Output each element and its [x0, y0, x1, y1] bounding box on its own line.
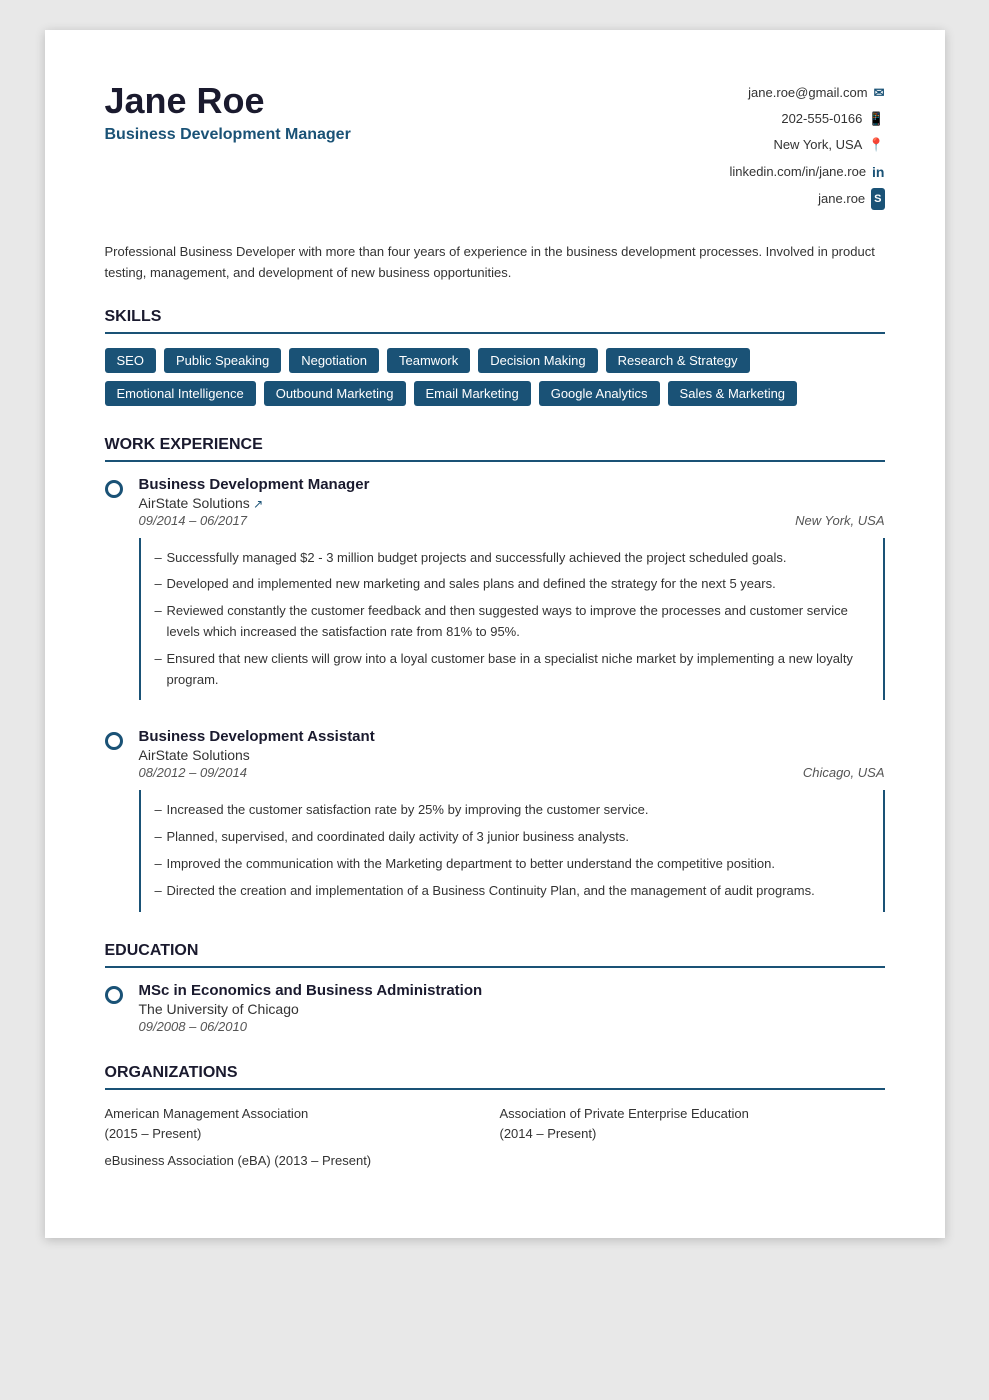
work-bullet: Improved the communication with the Mark… [157, 854, 867, 875]
work-bullet: Developed and implemented new marketing … [157, 574, 867, 595]
edu-items: MSc in Economics and Business Administra… [105, 982, 885, 1034]
work-bullet: Increased the customer satisfaction rate… [157, 800, 867, 821]
org-item: Association of Private Enterprise Educat… [500, 1104, 885, 1146]
org-title: ORGANIZATIONS [105, 1064, 885, 1090]
portfolio-row: jane.roe S [729, 186, 884, 212]
org-single: eBusiness Association (eBA) (2013 – Pres… [105, 1153, 885, 1168]
work-items: Business Development Manager AirState Sol… [105, 476, 885, 912]
phone-row: 202-555-0166 📱 [729, 106, 884, 132]
resume-container: Jane Roe Business Development Manager ja… [45, 30, 945, 1238]
work-item: Business Development Assistant AirState S… [105, 728, 885, 911]
skills-title: SKILLS [105, 308, 885, 334]
contact-info: jane.roe@gmail.com ✉ 202-555-0166 📱 New … [729, 80, 884, 212]
work-bullet: Successfully managed $2 - 3 million budg… [157, 548, 867, 569]
work-bullet: Reviewed constantly the customer feedbac… [157, 601, 867, 643]
portfolio-text: jane.roe [818, 186, 865, 212]
location-row: New York, USA 📍 [729, 132, 884, 158]
skill-tag: Public Speaking [164, 348, 281, 373]
summary-text: Professional Business Developer with mor… [105, 242, 885, 284]
edu-timeline-circle [105, 986, 123, 1004]
edu-content: MSc in Economics and Business Administra… [139, 982, 483, 1034]
work-company: AirState Solutions ↗ [139, 495, 885, 511]
work-bullets: Increased the customer satisfaction rate… [139, 790, 885, 911]
work-location: Chicago, USA [803, 765, 885, 780]
email-text: jane.roe@gmail.com [748, 80, 867, 106]
education-title: EDUCATION [105, 942, 885, 968]
work-title: WORK EXPERIENCE [105, 436, 885, 462]
portfolio-icon: S [871, 188, 884, 210]
work-company: AirState Solutions [139, 747, 885, 763]
location-icon: 📍 [868, 132, 884, 158]
org-grid: American Management Association(2015 – P… [105, 1104, 885, 1146]
linkedin-text: linkedin.com/in/jane.roe [729, 159, 866, 185]
skill-tag: Decision Making [478, 348, 597, 373]
timeline-circle [105, 732, 123, 750]
work-job-title: Business Development Manager [139, 476, 885, 493]
org-item: American Management Association(2015 – P… [105, 1104, 490, 1146]
email-icon: ✉ [874, 80, 885, 106]
skill-tag: Email Marketing [414, 381, 531, 406]
linkedin-icon: in [872, 158, 884, 186]
work-dates: 09/2014 – 06/2017 [139, 513, 247, 528]
email-row: jane.roe@gmail.com ✉ [729, 80, 884, 106]
skill-tag: Outbound Marketing [264, 381, 406, 406]
work-meta: 09/2014 – 06/2017 New York, USA [139, 513, 885, 528]
linkedin-row: linkedin.com/in/jane.roe in [729, 158, 884, 186]
skill-tag: SEO [105, 348, 156, 373]
skills-row-2: Emotional Intelligence Outbound Marketing… [105, 381, 885, 406]
edu-item: MSc in Economics and Business Administra… [105, 982, 885, 1034]
external-link-icon[interactable]: ↗ [250, 497, 263, 511]
phone-text: 202-555-0166 [781, 106, 862, 132]
skill-tag: Teamwork [387, 348, 470, 373]
work-bullet: Directed the creation and implementation… [157, 881, 867, 902]
skills-section: SKILLS SEO Public Speaking Negotiation Team… [105, 308, 885, 406]
header-section: Jane Roe Business Development Manager ja… [105, 80, 885, 212]
work-bullet: Planned, supervised, and coordinated dai… [157, 827, 867, 848]
work-section: WORK EXPERIENCE Business Development Man… [105, 436, 885, 912]
full-name: Jane Roe [105, 80, 351, 122]
work-content: Business Development Manager AirState Sol… [139, 476, 885, 701]
header-left: Jane Roe Business Development Manager [105, 80, 351, 144]
education-section: EDUCATION MSc in Economics and Business … [105, 942, 885, 1034]
work-location: New York, USA [795, 513, 884, 528]
timeline-circle [105, 480, 123, 498]
skill-tag: Emotional Intelligence [105, 381, 256, 406]
skill-tag: Research & Strategy [606, 348, 750, 373]
work-meta: 08/2012 – 09/2014 Chicago, USA [139, 765, 885, 780]
phone-icon: 📱 [868, 106, 884, 132]
location-text: New York, USA [773, 132, 862, 158]
work-item: Business Development Manager AirState Sol… [105, 476, 885, 701]
work-job-title: Business Development Assistant [139, 728, 885, 745]
work-bullet: Ensured that new clients will grow into … [157, 649, 867, 691]
skill-tag: Sales & Marketing [668, 381, 798, 406]
job-title: Business Development Manager [105, 126, 351, 144]
work-dates: 08/2012 – 09/2014 [139, 765, 247, 780]
edu-degree: MSc in Economics and Business Administra… [139, 982, 483, 999]
edu-school: The University of Chicago [139, 1001, 483, 1017]
work-content: Business Development Assistant AirState S… [139, 728, 885, 911]
organizations-section: ORGANIZATIONS American Management Associ… [105, 1064, 885, 1169]
work-bullets: Successfully managed $2 - 3 million budg… [139, 538, 885, 701]
edu-dates: 09/2008 – 06/2010 [139, 1019, 483, 1034]
skills-row-1: SEO Public Speaking Negotiation Teamwork Dec… [105, 348, 885, 373]
skill-tag: Google Analytics [539, 381, 660, 406]
skill-tag: Negotiation [289, 348, 379, 373]
